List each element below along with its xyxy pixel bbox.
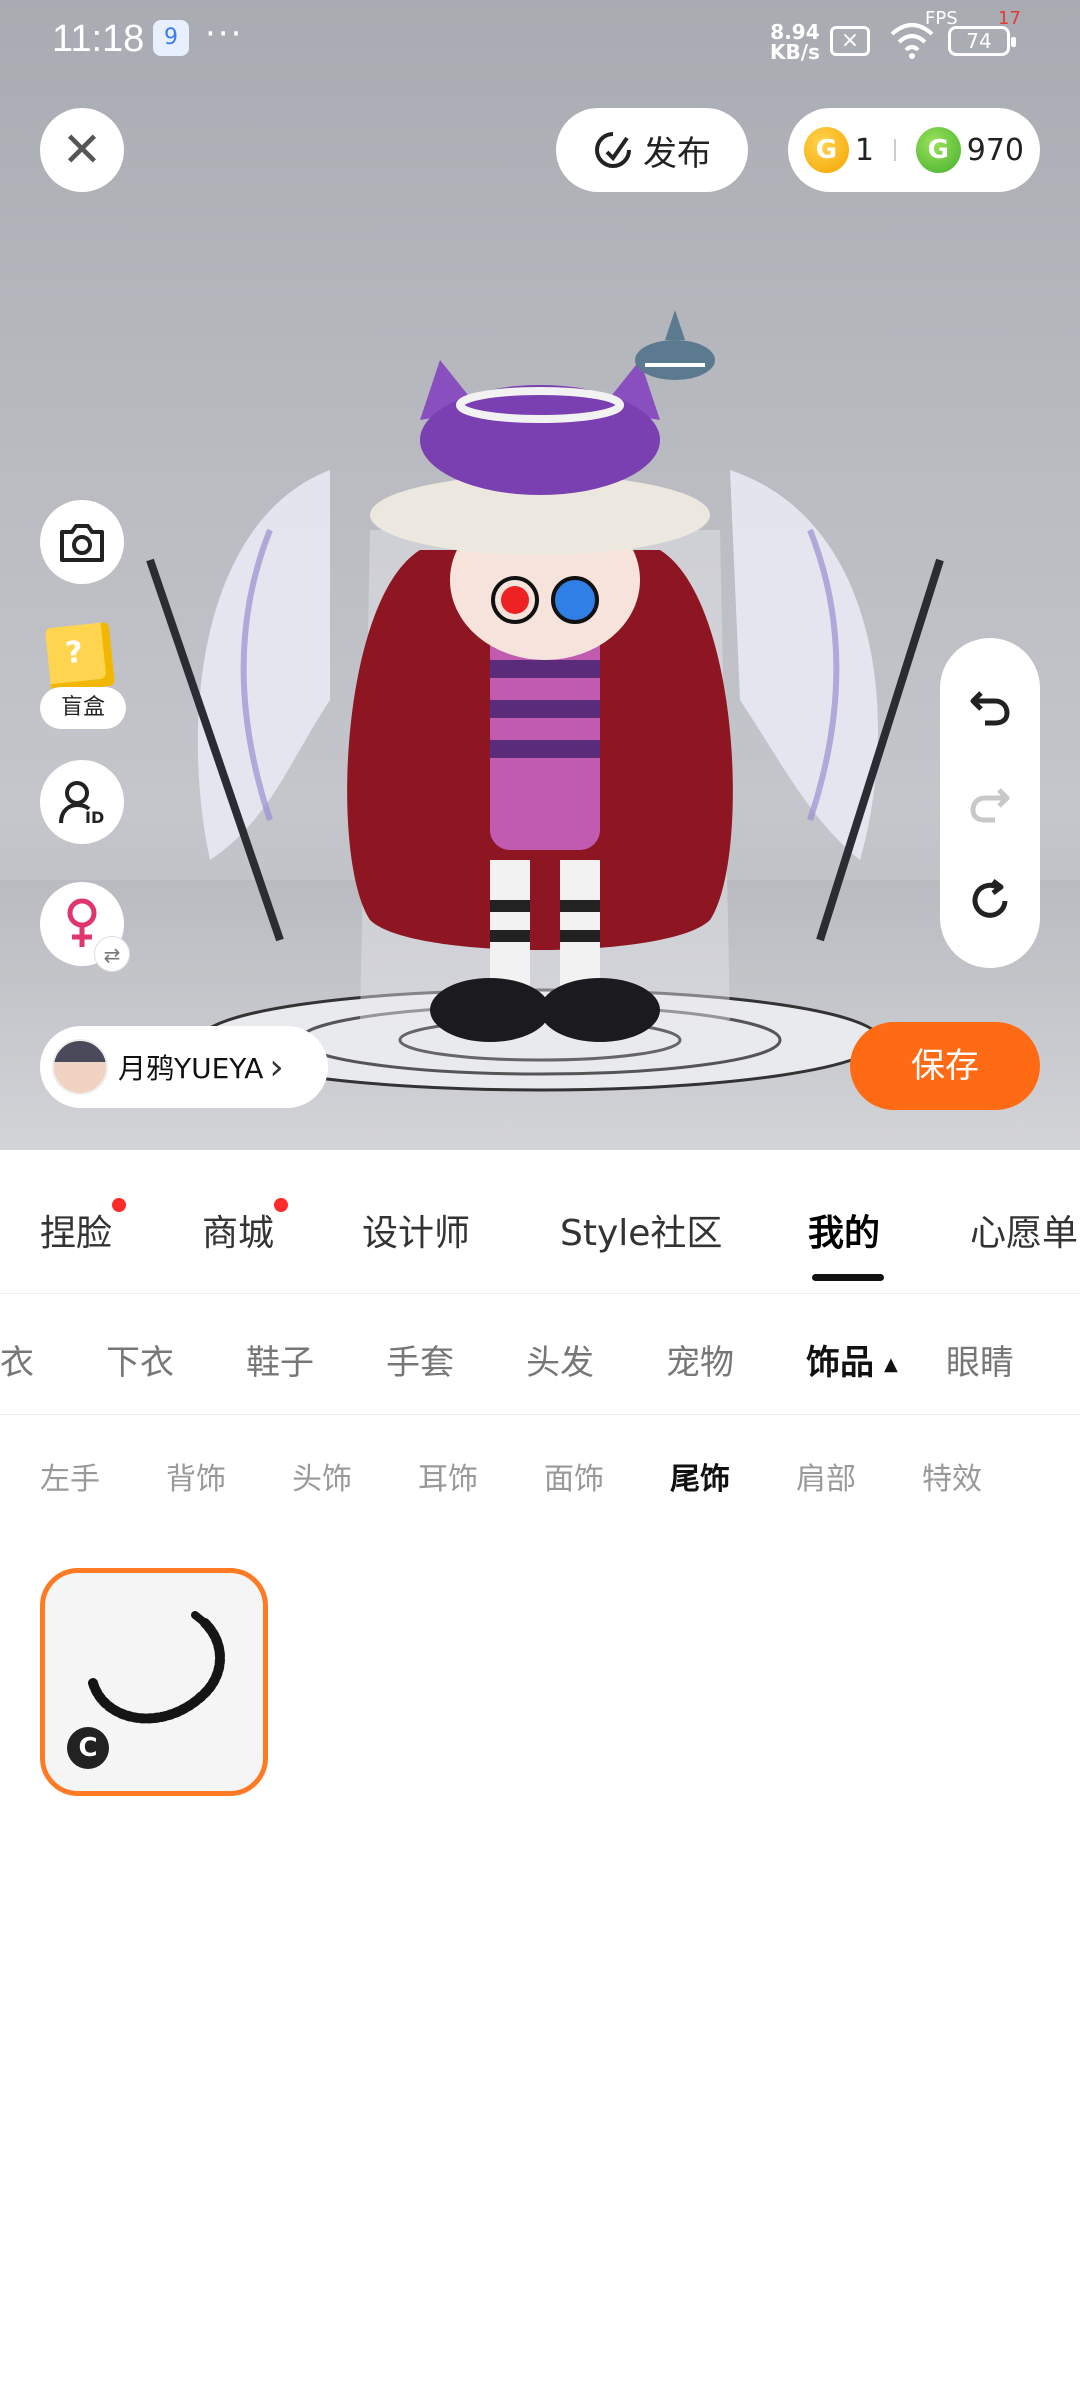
gold-coin-icon: G xyxy=(804,127,849,173)
status-time: 11:18 xyxy=(52,18,145,60)
creator-profile-chip[interactable]: 月鸦YUEYA › xyxy=(40,1026,328,1108)
category-accessories[interactable]: 饰品 ▲ xyxy=(806,1335,898,1384)
green-coin-count: 970 xyxy=(966,132,1024,168)
category-shoes[interactable]: 鞋子 xyxy=(246,1335,314,1384)
status-app-badge: 9 xyxy=(153,20,189,56)
status-more-dots: ··· xyxy=(205,14,244,54)
notification-dot xyxy=(274,1198,289,1212)
currency-balance[interactable]: G 1 G 970 xyxy=(788,108,1040,192)
blind-box-icon xyxy=(44,621,116,693)
svg-text:ID: ID xyxy=(85,808,104,827)
subcategory-head[interactable]: 头饰 xyxy=(292,1454,352,1498)
subcategory-effects[interactable]: 特效 xyxy=(922,1454,982,1498)
currency-c-badge: C xyxy=(67,1727,109,1769)
tab-designer[interactable]: 设计师 xyxy=(362,1204,470,1256)
camera-button[interactable] xyxy=(40,500,124,584)
swap-icon: ⇄ xyxy=(94,936,130,972)
chevron-right-icon: › xyxy=(269,1046,284,1088)
subcategory-shoulder[interactable]: 肩部 xyxy=(796,1454,856,1498)
subcategory-back[interactable]: 背饰 xyxy=(166,1454,226,1498)
category-hair[interactable]: 头发 xyxy=(526,1335,594,1384)
undo-icon[interactable] xyxy=(967,683,1013,729)
tab-face[interactable]: 捏脸 xyxy=(40,1198,127,1256)
caret-up-icon: ▲ xyxy=(884,1354,898,1375)
avatar xyxy=(52,1039,108,1095)
camera-icon xyxy=(60,524,104,562)
category-tab-bar: 上衣 下衣 鞋子 手套 头发 宠物 饰品▲ 眼睛 xyxy=(0,1295,1080,1415)
history-controls xyxy=(940,638,1040,968)
tab-wishlist[interactable]: 心愿单 xyxy=(970,1204,1078,1256)
female-icon xyxy=(67,898,97,947)
close-icon: ✕ xyxy=(61,122,103,178)
subcategory-face[interactable]: 面饰 xyxy=(544,1454,604,1498)
green-coin-icon: G xyxy=(915,127,961,173)
status-bar: 11:18 9 ··· 8.94 KB/s × FPS 17 74 xyxy=(0,0,1080,80)
blind-box-button[interactable]: 盲盒 xyxy=(40,621,126,729)
reset-icon[interactable] xyxy=(967,877,1013,923)
network-speed: 8.94 KB/s xyxy=(770,20,820,64)
publish-icon xyxy=(595,132,631,168)
sim-disabled-icon: × xyxy=(830,26,870,56)
currency-divider xyxy=(893,139,896,161)
publish-label: 发布 xyxy=(643,133,711,174)
active-tab-indicator xyxy=(812,1274,884,1281)
blind-box-label: 盲盒 xyxy=(40,687,126,729)
notification-dot xyxy=(112,1198,127,1212)
category-tops[interactable]: 上衣 xyxy=(0,1335,34,1384)
tab-store[interactable]: 商城 xyxy=(202,1198,289,1256)
user-id-icon: ID xyxy=(59,781,104,827)
main-tab-bar: 捏脸 商城 设计师 Style社区 我的 心愿单 xyxy=(0,1152,1080,1294)
subcategory-left-hand[interactable]: 左手 xyxy=(40,1454,100,1498)
publish-button[interactable]: 发布 xyxy=(556,108,748,192)
subcategory-tab-bar: 左手 背饰 头饰 耳饰 面饰 尾饰 肩部 特效 xyxy=(0,1418,1080,1528)
subcategory-ear[interactable]: 耳饰 xyxy=(418,1454,478,1498)
avatar-id-button[interactable]: ID xyxy=(40,760,124,844)
gender-switch-button[interactable]: ⇄ xyxy=(40,882,130,972)
gold-coin-count: 1 xyxy=(854,132,874,168)
close-button[interactable]: ✕ xyxy=(40,108,124,192)
subcategory-tail[interactable]: 尾饰 xyxy=(670,1454,730,1498)
redo-icon[interactable] xyxy=(967,780,1013,826)
category-gloves[interactable]: 手套 xyxy=(386,1335,454,1384)
save-button[interactable]: 保存 xyxy=(850,1022,1040,1110)
avatar-preview-scene[interactable]: 11:18 9 ··· 8.94 KB/s × FPS 17 74 ✕ 发布 G… xyxy=(0,0,1080,1150)
avatar-3d-model[interactable] xyxy=(120,300,960,1100)
tab-mine[interactable]: 我的 xyxy=(808,1204,880,1256)
category-pets[interactable]: 宠物 xyxy=(666,1335,734,1384)
category-bottoms[interactable]: 下衣 xyxy=(106,1335,174,1384)
creator-name: 月鸦YUEYA xyxy=(118,1052,264,1085)
category-eyes[interactable]: 眼睛 xyxy=(946,1335,1014,1384)
tab-style-community[interactable]: Style社区 xyxy=(560,1204,722,1256)
tail-item-card[interactable]: C xyxy=(40,1568,268,1796)
battery-icon: 74 xyxy=(948,26,1016,56)
